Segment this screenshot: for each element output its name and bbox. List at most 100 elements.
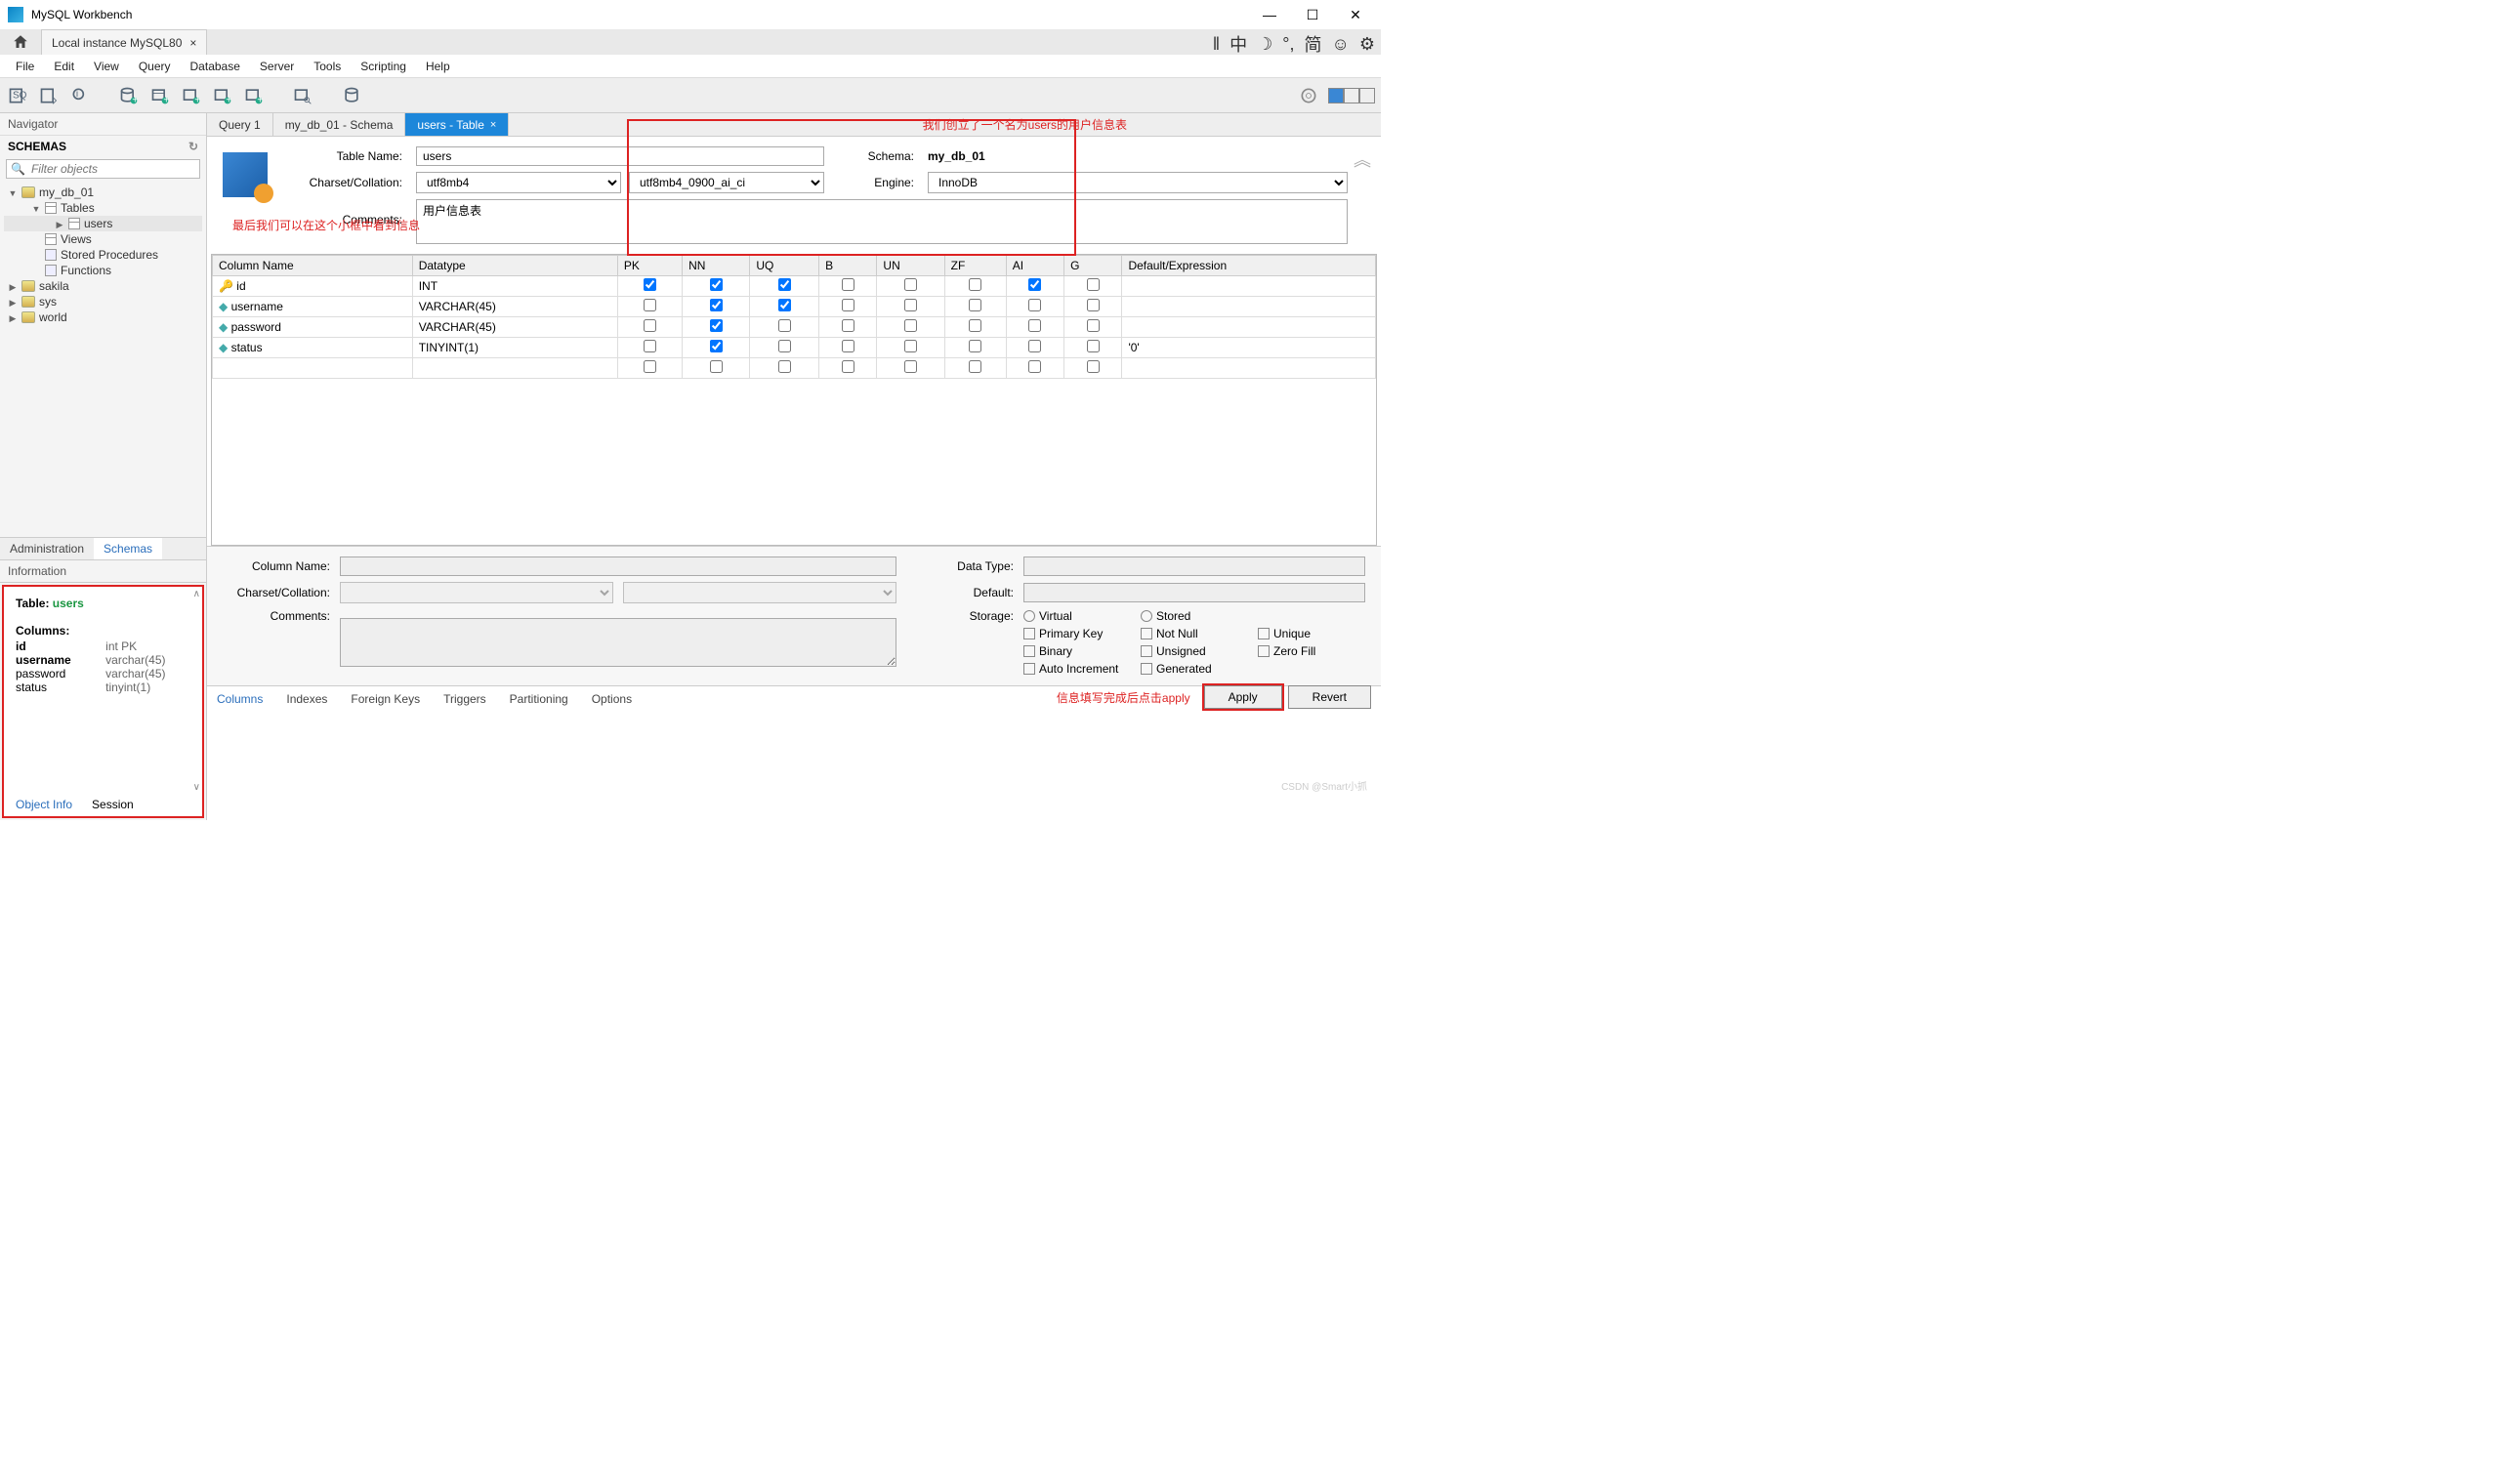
opt-pk[interactable]: Primary Key	[1023, 627, 1131, 640]
ime-lang-icon[interactable]: 中	[1229, 31, 1247, 57]
opt-zf[interactable]: Zero Fill	[1258, 644, 1365, 658]
scroll-up-icon[interactable]: ∧	[193, 589, 200, 599]
menu-database[interactable]: Database	[181, 60, 250, 73]
menu-view[interactable]: View	[84, 60, 129, 73]
columns-grid[interactable]: Column NameDatatypePKNNUQBUNZFAIGDefault…	[211, 254, 1377, 546]
new-schema-icon[interactable]: +	[117, 84, 141, 107]
menu-scripting[interactable]: Scripting	[351, 60, 416, 73]
tab-columns[interactable]: Columns	[217, 692, 263, 706]
filter-objects-input[interactable]: 🔍	[6, 159, 200, 179]
storage-label: Storage:	[906, 609, 1014, 623]
titlebar: MySQL Workbench — ☐ ✕	[0, 0, 1381, 29]
navigator-tabs[interactable]: Administration Schemas	[0, 537, 206, 560]
empty-column-row[interactable]	[213, 358, 1376, 379]
engine-label: Engine:	[832, 176, 920, 189]
opt-virtual[interactable]: Virtual	[1023, 609, 1131, 623]
schema-node-mydb01: my_db_01	[4, 185, 202, 200]
column-row[interactable]: ◆ statusTINYINT(1)'0'	[213, 338, 1376, 358]
open-sql-icon[interactable]	[37, 84, 61, 107]
svg-text:i: i	[76, 88, 78, 99]
tab-query1[interactable]: Query 1	[207, 113, 273, 136]
col-charset-select[interactable]	[340, 582, 613, 603]
collation-select[interactable]: utf8mb4_0900_ai_ci	[629, 172, 824, 193]
tables-node: Tables	[4, 200, 202, 216]
svg-text:+: +	[163, 95, 169, 105]
connection-tab[interactable]: Local instance MySQL80 ×	[41, 29, 207, 55]
tab-options[interactable]: Options	[592, 692, 632, 706]
tab-object-info[interactable]: Object Info	[6, 795, 82, 814]
comments-input[interactable]: 用户信息表	[416, 199, 1348, 244]
ime-face-icon[interactable]: ☺	[1331, 34, 1349, 55]
tab-session[interactable]: Session	[82, 795, 144, 814]
opt-stored[interactable]: Stored	[1141, 609, 1248, 623]
new-fn-icon[interactable]: +	[242, 84, 266, 107]
column-row[interactable]: ◆ usernameVARCHAR(45)	[213, 297, 1376, 317]
watermark: CSDN @Smart小抓	[1281, 778, 1367, 793]
menu-server[interactable]: Server	[250, 60, 304, 73]
tab-schemas[interactable]: Schemas	[94, 538, 162, 559]
new-sp-icon[interactable]: +	[211, 84, 234, 107]
menu-tools[interactable]: Tools	[304, 60, 351, 73]
tab-triggers[interactable]: Triggers	[443, 692, 486, 706]
tab-partitioning[interactable]: Partitioning	[510, 692, 568, 706]
tab-foreign-keys[interactable]: Foreign Keys	[351, 692, 420, 706]
table-node-users: users	[4, 216, 202, 231]
opt-nn[interactable]: Not Null	[1141, 627, 1248, 640]
datatype-input[interactable]	[1023, 556, 1365, 576]
menu-file[interactable]: File	[6, 60, 44, 73]
close-tab-icon[interactable]: ×	[490, 119, 496, 131]
opt-un[interactable]: Unsigned	[1141, 644, 1248, 658]
datatype-label: Data Type:	[906, 559, 1014, 573]
ime-gear-icon[interactable]: ⚙	[1359, 34, 1375, 55]
ime-moon-icon[interactable]: ☽	[1257, 34, 1272, 55]
opt-uq[interactable]: Unique	[1258, 627, 1365, 640]
engine-select[interactable]: InnoDB	[928, 172, 1348, 193]
default-input[interactable]	[1023, 583, 1365, 602]
search-table-icon[interactable]	[291, 84, 314, 107]
ime-punct-icon[interactable]: °,	[1282, 34, 1294, 55]
opt-ai[interactable]: Auto Increment	[1023, 662, 1131, 676]
ime-toolbar: ‖ 中 ☽ °, 简 ☺ ⚙	[1213, 31, 1375, 57]
opt-bin[interactable]: Binary	[1023, 644, 1131, 658]
menu-help[interactable]: Help	[416, 60, 460, 73]
charset-select[interactable]: utf8mb4	[416, 172, 621, 193]
layout-toggle[interactable]	[1328, 88, 1375, 103]
table-editor-tabs: Columns Indexes Foreign Keys Triggers Pa…	[207, 685, 1381, 711]
tab-indexes[interactable]: Indexes	[286, 692, 327, 706]
revert-button[interactable]: Revert	[1288, 685, 1371, 709]
svg-text:+: +	[226, 95, 231, 105]
tab-users-table[interactable]: users - Table×	[405, 113, 509, 136]
maximize-button[interactable]: ☐	[1303, 7, 1322, 23]
new-sql-tab-icon[interactable]: SQL	[6, 84, 29, 107]
tab-administration[interactable]: Administration	[0, 538, 94, 559]
inspector-icon[interactable]: i	[68, 84, 92, 107]
collapse-icon[interactable]: ︽	[1354, 146, 1371, 172]
scroll-down-icon[interactable]: ∨	[193, 782, 200, 793]
home-button[interactable]	[0, 29, 41, 55]
col-comments-input[interactable]	[340, 618, 896, 667]
window-title: MySQL Workbench	[31, 8, 1260, 21]
close-button[interactable]: ✕	[1346, 7, 1365, 23]
col-comments-label: Comments:	[223, 609, 330, 623]
table-name-input[interactable]	[416, 146, 824, 166]
reconnect-icon[interactable]	[340, 84, 363, 107]
schema-tree[interactable]: my_db_01 Tables users Views Stored Proce…	[0, 183, 206, 327]
table-name-label: Table Name:	[281, 149, 408, 163]
settings-icon[interactable]	[1297, 84, 1320, 107]
new-view-icon[interactable]: +	[180, 84, 203, 107]
col-collation-select[interactable]	[623, 582, 896, 603]
ime-simp-icon[interactable]: 简	[1304, 31, 1321, 57]
connection-tab-close-icon[interactable]: ×	[189, 36, 196, 50]
minimize-button[interactable]: —	[1260, 7, 1279, 23]
new-table-icon[interactable]: +	[148, 84, 172, 107]
column-row[interactable]: 🔑 idINT	[213, 276, 1376, 297]
menu-edit[interactable]: Edit	[44, 60, 84, 73]
tab-mydb01-schema[interactable]: my_db_01 - Schema	[273, 113, 406, 136]
menu-query[interactable]: Query	[129, 60, 181, 73]
colname-input[interactable]	[340, 556, 896, 576]
apply-button[interactable]: Apply	[1204, 685, 1282, 709]
column-row[interactable]: ◆ passwordVARCHAR(45)	[213, 317, 1376, 338]
connection-strip: Local instance MySQL80 × ‖ 中 ☽ °, 简 ☺ ⚙	[0, 29, 1381, 55]
opt-gen[interactable]: Generated	[1141, 662, 1248, 676]
refresh-schemas-icon[interactable]: ↻	[188, 140, 198, 153]
